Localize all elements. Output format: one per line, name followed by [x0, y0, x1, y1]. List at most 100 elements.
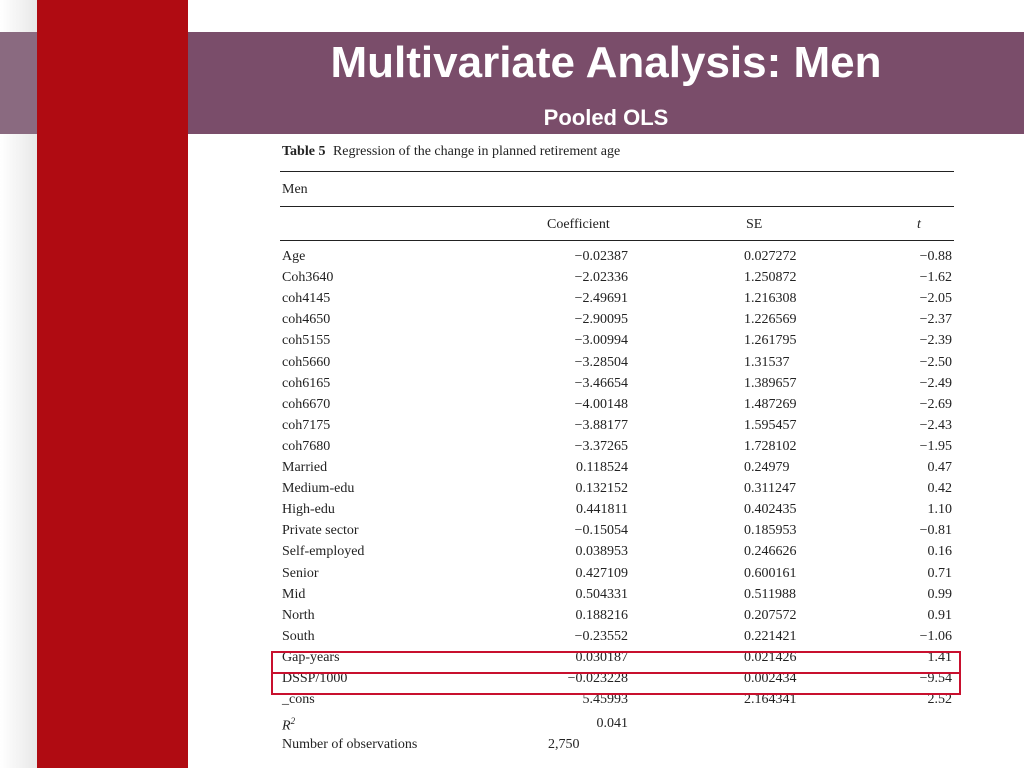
row-label: coh6165: [282, 375, 331, 391]
row-label: South: [282, 628, 315, 644]
nobs-label: Number of observations: [282, 737, 418, 752]
row-coefficient: −2.49691: [574, 291, 628, 307]
table-row: _cons 5.45993 2.164341 2.52: [276, 692, 960, 713]
table-row: Age −0.02387 0.027272 −0.88: [276, 249, 960, 270]
row-coefficient: 0.441811: [576, 502, 628, 518]
header-t: t: [917, 217, 921, 232]
row-se: 1.250872: [744, 270, 797, 286]
rule-header: [280, 240, 954, 241]
row-se: 1.31537: [744, 354, 790, 370]
row-coefficient: 0.504331: [575, 586, 629, 602]
row-coefficient: −2.90095: [574, 312, 628, 328]
row-label: Age: [282, 249, 306, 264]
row-label: coh7175: [282, 417, 331, 433]
row-t: −1.95: [919, 438, 952, 454]
r2-label: R2: [282, 716, 296, 734]
row-se: 1.226569: [744, 312, 797, 328]
row-t: −2.49: [919, 375, 952, 391]
row-se: 0.311247: [744, 481, 796, 497]
regression-table: Table 5 Regression of the change in plan…: [271, 138, 961, 768]
table-row: coh6165 −3.46654 1.389657 −2.49: [276, 376, 960, 397]
red-accent-bar: [37, 0, 188, 768]
row-se: 0.246626: [744, 544, 797, 560]
rule-group: [280, 206, 954, 207]
row-label: Self-employed: [282, 544, 365, 560]
row-se: 0.221421: [744, 628, 797, 644]
slide-title: Multivariate Analysis: Men: [330, 38, 882, 87]
table-row: Coh3640 −2.02336 1.250872 −1.62: [276, 270, 960, 291]
row-label: coh5660: [282, 354, 331, 370]
row-se: 0.207572: [744, 607, 797, 623]
highlight-dssp: [271, 672, 961, 695]
row-se: 0.24979: [744, 460, 790, 475]
row-coefficient: −0.23552: [574, 628, 628, 644]
row-t: 1.10: [927, 502, 953, 518]
row-label: Mid: [282, 586, 306, 602]
row-t: −0.81: [919, 523, 952, 539]
table-row: Private sector −0.15054 0.185953 −0.81: [276, 523, 960, 544]
row-label: Medium-edu: [282, 481, 355, 497]
row-se: 1.728102: [744, 438, 797, 454]
row-coefficient: −3.46654: [574, 375, 628, 391]
row-t: 0.91: [927, 607, 953, 623]
row-t: −2.39: [919, 333, 952, 349]
header-se: SE: [746, 217, 763, 232]
table-number: Table 5: [282, 144, 326, 159]
header-coefficient: Coefficient: [547, 217, 610, 232]
row-label: coh4650: [282, 312, 331, 328]
table-row: South −0.23552 0.221421 −1.06: [276, 629, 960, 650]
highlight-gap-years: [271, 651, 961, 674]
r2-value: 0.041: [596, 716, 629, 731]
table-row: Mid 0.504331 0.511988 0.99: [276, 587, 960, 608]
row-t: −0.88: [919, 249, 952, 264]
table-caption: Table 5 Regression of the change in plan…: [282, 144, 620, 160]
row-coefficient: −3.00994: [574, 333, 628, 349]
row-label: Coh3640: [282, 270, 334, 286]
row-se: 0.402435: [744, 502, 797, 518]
row-t: −1.06: [919, 628, 952, 644]
table-row: coh4145 −2.49691 1.216308 −2.05: [276, 291, 960, 312]
row-label: Private sector: [282, 523, 359, 539]
row-se: 0.600161: [744, 565, 797, 581]
row-t: 0.71: [927, 565, 953, 581]
row-t: 0.16: [927, 544, 953, 560]
row-label: coh7680: [282, 438, 331, 454]
row-coefficient: 0.132152: [575, 481, 629, 497]
table-row: coh4650 −2.90095 1.226569 −2.37: [276, 312, 960, 333]
row-t: −2.50: [919, 354, 952, 370]
row-se: 0.185953: [744, 523, 797, 539]
row-se: 1.216308: [744, 291, 797, 307]
row-coefficient: −2.02336: [574, 270, 628, 286]
rule-top: [280, 171, 954, 172]
row-t: 0.99: [927, 586, 953, 602]
table-row: coh7680 −3.37265 1.728102 −1.95: [276, 439, 960, 460]
row-coefficient: 0.118524: [576, 460, 628, 475]
table-group: Men: [282, 182, 308, 197]
table-row: coh5660 −3.28504 1.31537 −2.50: [276, 355, 960, 376]
row-t: −2.69: [919, 396, 952, 412]
row-coefficient: −0.02387: [574, 249, 628, 264]
row-label: coh4145: [282, 291, 331, 307]
r2-row: R2 0.041: [276, 716, 960, 737]
row-label: coh5155: [282, 333, 331, 349]
row-coefficient: −3.37265: [574, 438, 628, 454]
row-t: 0.47: [927, 460, 953, 475]
table-row: North 0.188216 0.207572 0.91: [276, 608, 960, 629]
row-label: Married: [282, 460, 328, 475]
table-row: coh7175 −3.88177 1.595457 −2.43: [276, 418, 960, 439]
row-coefficient: −3.28504: [574, 354, 628, 370]
row-coefficient: 0.038953: [575, 544, 629, 560]
table-row: Senior 0.427109 0.600161 0.71: [276, 566, 960, 587]
row-se: 0.027272: [744, 249, 797, 264]
row-se: 1.389657: [744, 375, 797, 391]
row-label: coh6670: [282, 396, 331, 412]
nobs-row: Number of observations 2,750: [276, 737, 960, 758]
row-coefficient: −3.88177: [574, 417, 628, 433]
row-coefficient: −0.15054: [574, 523, 628, 539]
row-coefficient: 0.427109: [575, 565, 629, 581]
slide-subtitle: Pooled OLS: [543, 105, 669, 130]
row-label: North: [282, 607, 315, 623]
row-se: 1.261795: [744, 333, 797, 349]
row-label: High-edu: [282, 502, 335, 518]
row-coefficient: −4.00148: [574, 396, 628, 412]
